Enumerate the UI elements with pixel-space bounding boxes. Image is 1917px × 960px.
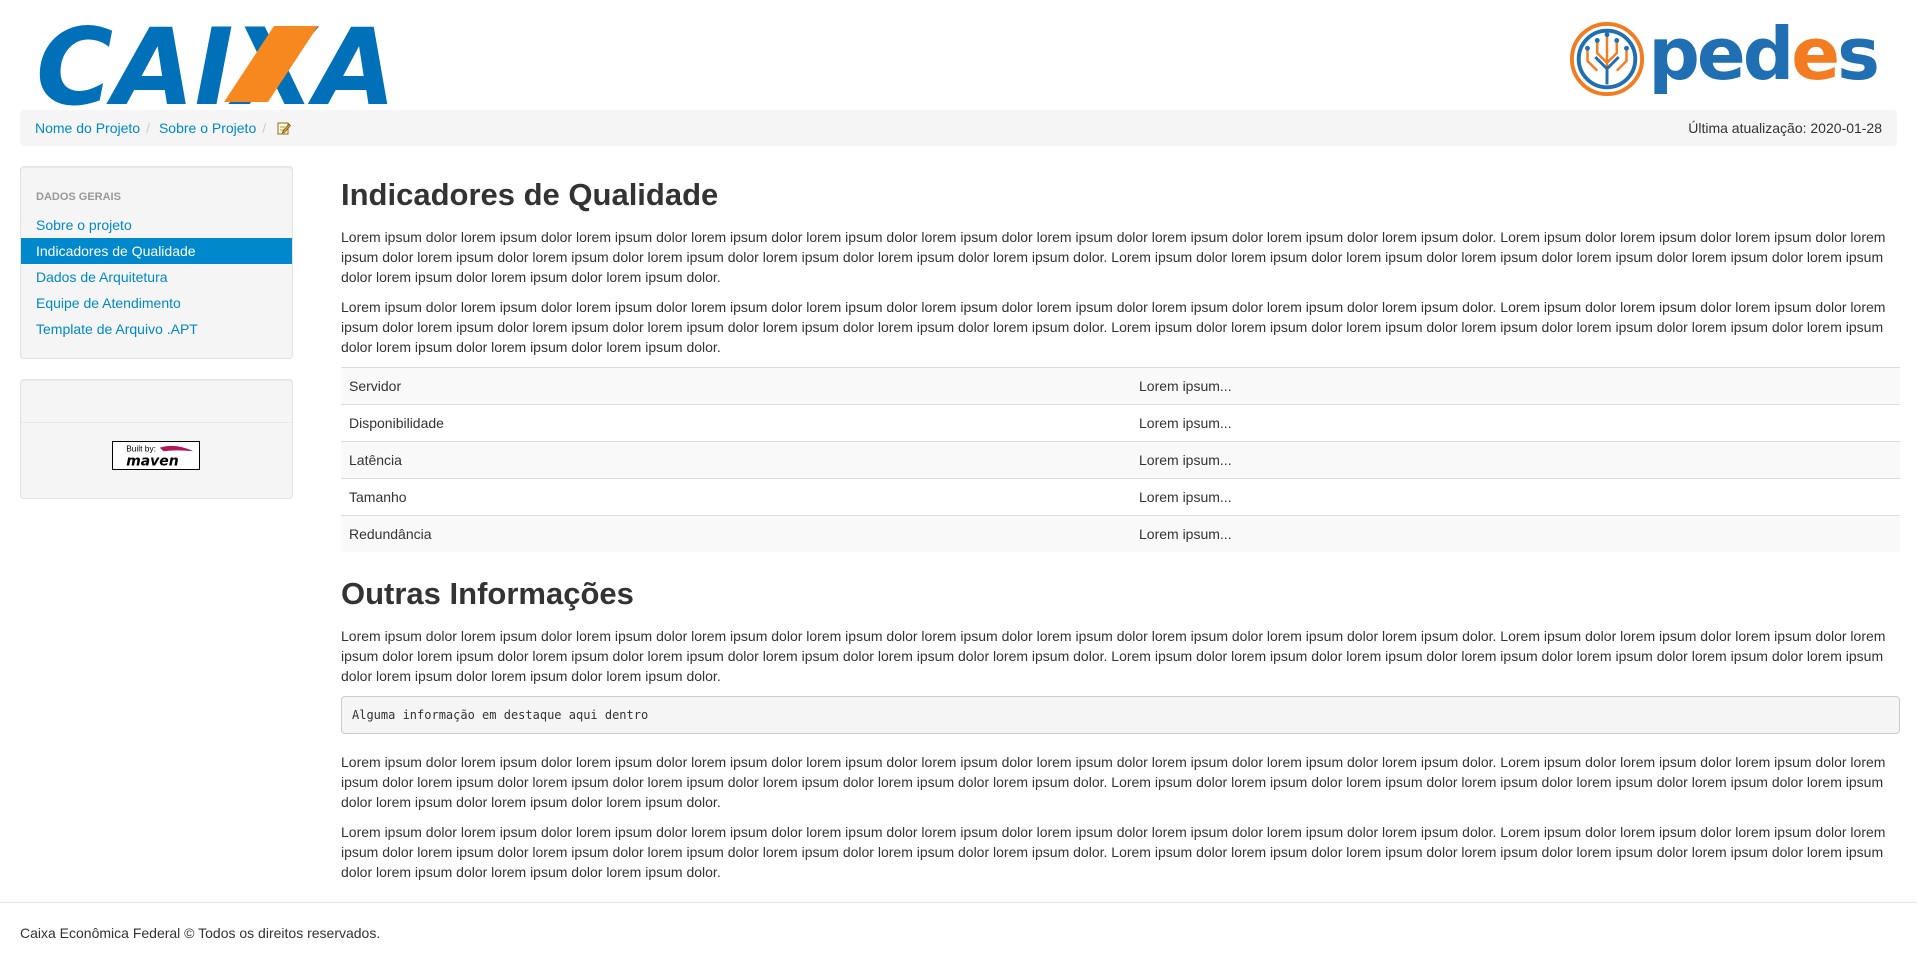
section-title-indicadores: Indicadores de Qualidade [341,177,719,212]
breadcrumb: Nome do Projeto / Sobre o Projeto / Últi… [20,110,1897,146]
table-cell-value: Lorem ipsum... [1131,367,1900,405]
poweredby-well: Built by: maven [20,379,293,499]
breadcrumb-item-project[interactable]: Nome do Projeto [35,120,140,136]
sidebar-item-arquitetura[interactable]: Dados de Arquitetura [21,264,292,290]
nav-header: DADOS GERAIS [36,191,121,203]
sidebar-item-indicadores[interactable]: Indicadores de Qualidade [21,238,292,264]
table-cell-key: Servidor [341,367,1131,405]
badge-maven: maven [126,453,179,469]
paragraph: Lorem ipsum dolor lorem ipsum dolor lore… [341,824,1886,880]
paragraph: Lorem ipsum dolor lorem ipsum dolor lore… [341,229,1886,285]
table-cell-key: Disponibilidade [341,404,1131,442]
sidebar-item-equipe[interactable]: Equipe de Atendimento [21,290,292,316]
caixa-logo-text: CAIXA [36,22,396,106]
table-cell-value: Lorem ipsum... [1131,478,1900,516]
divider [21,422,292,423]
badge-built-by: Built by: [126,443,156,453]
table-cell-value: Lorem ipsum... [1131,441,1900,479]
caixa-logo[interactable]: CAIXA [36,22,396,106]
breadcrumb-separator: / [146,120,150,136]
table-row: Tamanho Lorem ipsum... [341,478,1900,516]
highlight-box: Alguma informação em destaque aqui dentr… [341,696,1900,734]
sidebar-item-template[interactable]: Template de Arquivo .APT [21,316,292,342]
footer-copyright: Caixa Econômica Federal © Todos os direi… [20,925,381,941]
table-row: Disponibilidade Lorem ipsum... [341,404,1900,442]
section-title-outras: Outras Informações [341,576,634,611]
last-updated: Última atualização: 2020-01-28 [1688,120,1882,136]
edit-icon[interactable] [277,121,292,135]
footer: Caixa Econômica Federal © Todos os direi… [0,902,1917,941]
paragraph: Lorem ipsum dolor lorem ipsum dolor lore… [341,299,1886,355]
sidebar: DADOS GERAIS Sobre o projeto Indicadores… [20,166,293,499]
table-row: Servidor Lorem ipsum... [341,367,1900,405]
breadcrumb-item-about[interactable]: Sobre o Projeto [159,120,256,136]
sidebar-nav: DADOS GERAIS Sobre o projeto Indicadores… [20,166,293,359]
table-row: Redundância Lorem ipsum... [341,515,1900,552]
table-row: Latência Lorem ipsum... [341,441,1900,479]
pedes-logo[interactable]: pedes [1568,12,1880,98]
table-cell-key: Tamanho [341,478,1131,516]
pedes-wordmark: pedes [1648,12,1880,96]
pedes-circuit-icon [1570,21,1645,97]
quality-table: Servidor Lorem ipsum... Disponibilidade … [341,367,1900,552]
table-cell-value: Lorem ipsum... [1131,404,1900,442]
table-cell-value: Lorem ipsum... [1131,515,1900,552]
built-by-maven-badge[interactable]: Built by: maven [112,441,200,470]
breadcrumb-separator: / [262,120,267,136]
paragraph: Lorem ipsum dolor lorem ipsum dolor lore… [341,754,1886,810]
table-cell-key: Redundância [341,515,1131,552]
main-content: Indicadores de Qualidade Lorem ipsum dol… [341,166,1900,892]
sidebar-item-sobre[interactable]: Sobre o projeto [21,212,292,238]
paragraph: Lorem ipsum dolor lorem ipsum dolor lore… [341,628,1886,684]
table-cell-key: Latência [341,441,1131,479]
header: CAIXA pedes [0,0,1917,110]
feather-icon [159,445,194,452]
